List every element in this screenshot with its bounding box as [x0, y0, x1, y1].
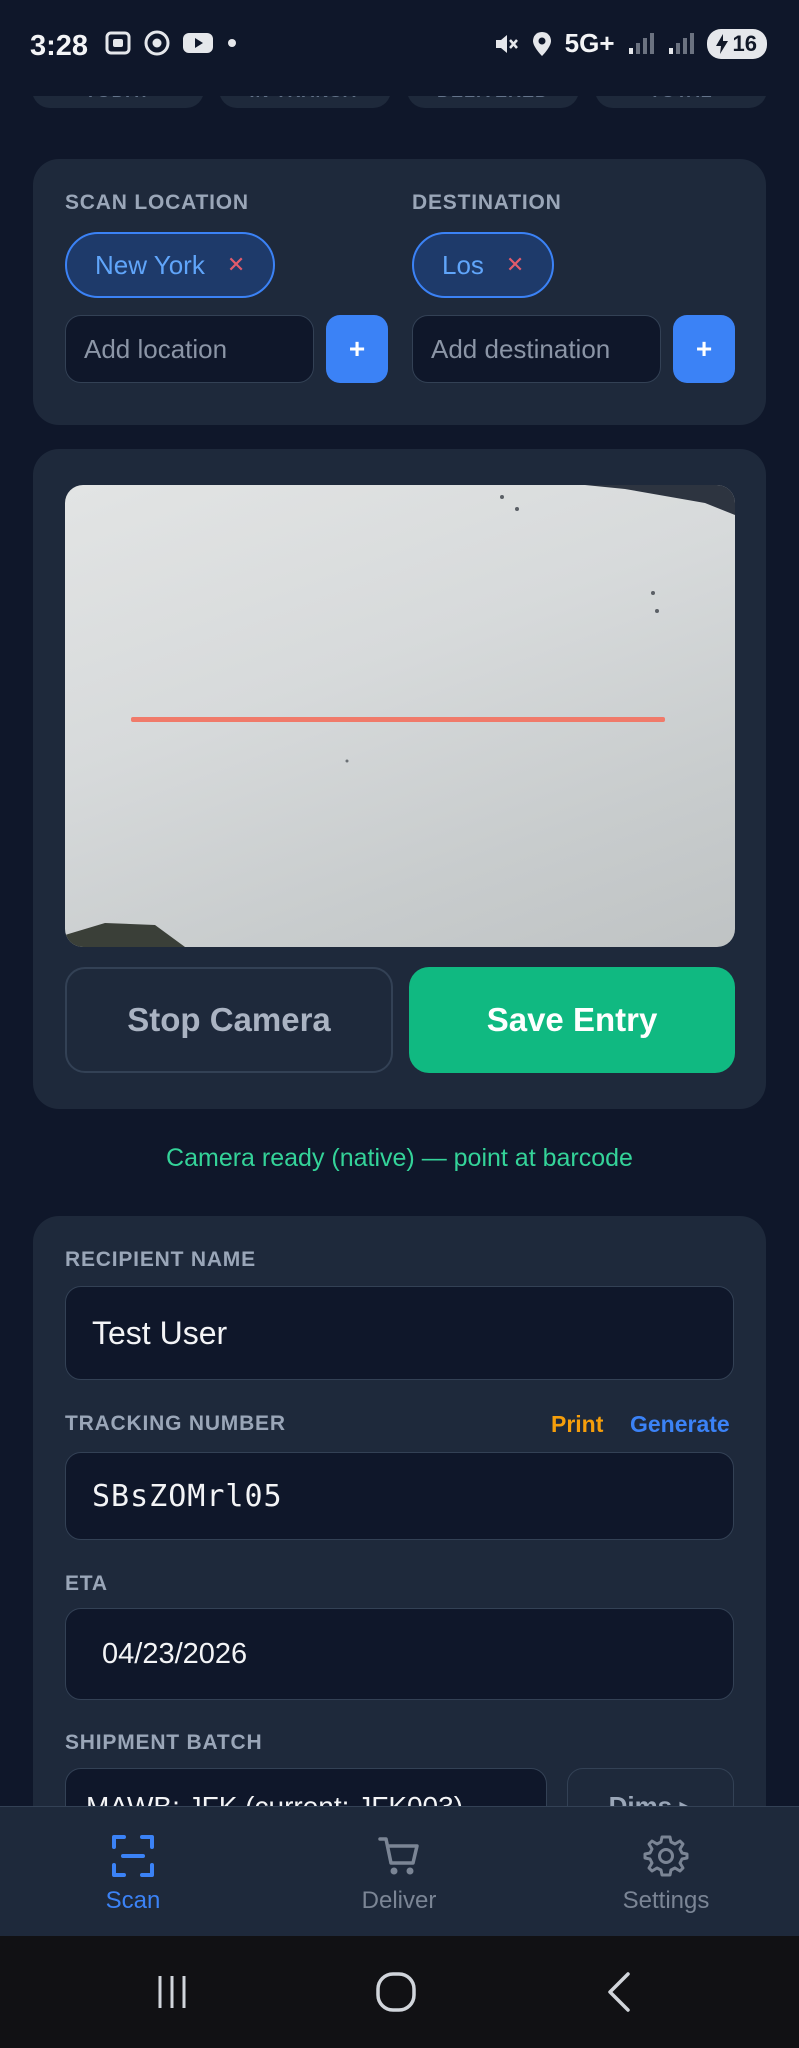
add-location-button[interactable]: + [326, 315, 388, 383]
remove-destination-icon[interactable]: ✕ [506, 252, 524, 278]
save-entry-button[interactable]: Save Entry [409, 967, 735, 1073]
scan-line [131, 717, 665, 722]
signal-icon [628, 32, 654, 54]
stop-camera-button[interactable]: Stop Camera [65, 967, 393, 1073]
charging-bolt-icon [715, 33, 728, 54]
destination-chip[interactable]: Los ✕ [412, 232, 555, 298]
network-type: 5G+ [564, 28, 615, 58]
scan-location-chip[interactable]: New York ✕ [65, 232, 276, 298]
nav-deliver-label: Deliver [361, 1887, 437, 1914]
signal-icon-secondary [668, 32, 694, 54]
tracking-number-label: TRACKING NUMBER [65, 1412, 286, 1435]
scan-location-label: SCAN LOCATION [65, 191, 249, 214]
destination-label: DESTINATION [412, 191, 562, 214]
youtube-icon [183, 33, 213, 53]
scan-location-chip-label: New York [95, 249, 205, 280]
location-icon [532, 31, 551, 56]
nav-deliver[interactable]: Deliver [266, 1807, 532, 1937]
camera-status-message: Camera ready (native) — point at barcode [166, 1144, 633, 1172]
bottom-navigation: Scan Deliver Settings [0, 1806, 799, 1937]
shipment-batch-label: SHIPMENT BATCH [65, 1731, 263, 1754]
camera-card: Stop Camera Save Entry [33, 449, 766, 1109]
eta-date-input[interactable]: 04/23/2026 [65, 1608, 734, 1700]
eta-label: ETA [65, 1572, 108, 1595]
cart-icon [378, 1837, 419, 1875]
tracking-number-input[interactable]: SBsZOMrl05 [65, 1452, 734, 1540]
camera-preview[interactable] [65, 485, 735, 947]
status-notification-icons [104, 30, 238, 56]
nav-scan[interactable]: Scan [0, 1807, 266, 1937]
recent-apps-icon[interactable] [152, 1972, 192, 2012]
home-icon[interactable] [374, 1970, 418, 2014]
camera-frame-detail [65, 485, 735, 947]
recipient-name-input[interactable]: Test User [65, 1286, 734, 1380]
chrome-icon [144, 30, 170, 56]
remove-scan-location-icon[interactable]: ✕ [227, 252, 245, 278]
scan-icon [112, 1835, 154, 1877]
location-card: SCAN LOCATION DESTINATION New York ✕ Los… [33, 159, 766, 425]
nav-settings-label: Settings [622, 1887, 710, 1914]
generate-link[interactable]: Generate [630, 1411, 730, 1438]
add-destination-button[interactable]: + [673, 315, 735, 383]
screenshot-icon [105, 31, 131, 55]
status-bar: 3:28 5G+ 16 [0, 0, 799, 96]
battery-indicator: 16 [706, 28, 767, 59]
destination-chip-label: Los [442, 249, 484, 280]
dot-icon [228, 39, 236, 47]
add-destination-input[interactable]: Add destination [412, 315, 661, 383]
status-time: 3:28 [30, 30, 89, 62]
status-system-icons: 5G+ 16 [493, 28, 767, 59]
gear-icon [643, 1835, 689, 1877]
print-link[interactable]: Print [551, 1411, 603, 1438]
battery-level: 16 [732, 30, 757, 56]
nav-settings[interactable]: Settings [533, 1807, 799, 1937]
recipient-name-label: RECIPIENT NAME [65, 1248, 256, 1271]
system-navigation-bar [0, 1936, 799, 2048]
add-location-input[interactable]: Add location [65, 315, 314, 383]
back-icon[interactable] [602, 1970, 638, 2014]
mute-icon [495, 34, 518, 53]
nav-scan-label: Scan [105, 1887, 161, 1914]
